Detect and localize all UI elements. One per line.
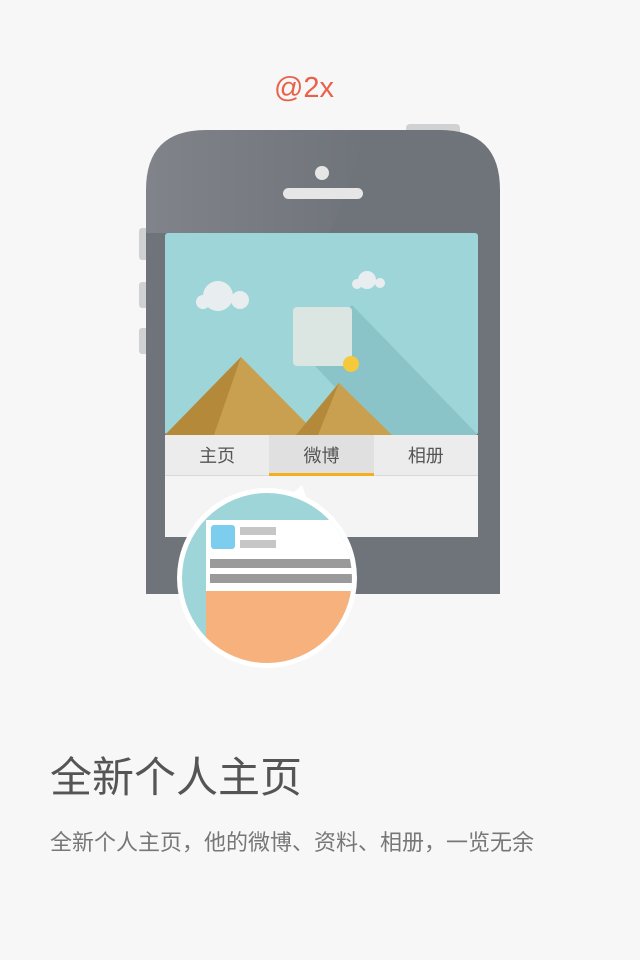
cover-image xyxy=(165,233,478,435)
sun-icon xyxy=(343,356,359,372)
profile-tab-bar: 主页 微博 相册 xyxy=(165,435,478,476)
tab-album[interactable]: 相册 xyxy=(374,435,478,475)
speaker-grille xyxy=(283,188,363,199)
card-name-line xyxy=(240,540,276,548)
card-text-line xyxy=(210,559,352,568)
feature-subtitle: 全新个人主页，他的微博、资料、相册，一览无余 xyxy=(50,831,535,856)
phone-illustration xyxy=(139,124,500,668)
tab-weibo[interactable]: 微博 xyxy=(269,435,374,476)
card-name-line xyxy=(240,527,276,535)
feature-title: 全新个人主页 xyxy=(50,753,303,802)
camera-icon xyxy=(315,166,329,180)
image-placeholder-square xyxy=(293,307,352,366)
tab-home[interactable]: 主页 xyxy=(165,435,269,475)
card-text-line xyxy=(210,574,352,583)
card-image xyxy=(206,591,352,663)
card-avatar xyxy=(211,525,235,549)
